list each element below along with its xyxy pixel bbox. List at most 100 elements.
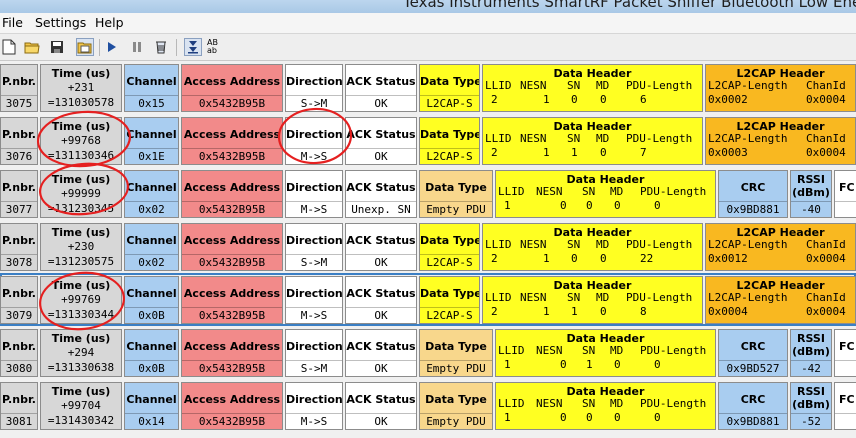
channel-cell[interactable]: Channel 0x02 [124,170,179,218]
fcs-cell[interactable]: FC [834,170,856,218]
packet-row[interactable]: P.nbr. 3080 Time (us) +294 =131330638 Channel… [0,326,856,379]
data-type-cell[interactable]: Data Type Empty PDU [419,329,493,377]
access-address-cell[interactable]: Access Address 0x5432B95B [181,382,283,430]
direction-cell[interactable]: Direction M->S [285,117,343,165]
channel-cell[interactable]: Channel 0x02 [124,223,179,271]
data-header-cell[interactable]: Data Header LLID 2 NESN 1 SN 1 MD 0 PDU-Length 8 [482,276,703,324]
ack-status-cell[interactable]: ACK Status OK [345,276,417,324]
direction-cell[interactable]: Direction M->S [285,170,343,218]
window-title: Texas Instruments SmartRF Packet Sniffer… [403,0,856,11]
time-cell[interactable]: Time (us) +99769 =131330344 [40,276,122,324]
time-cell[interactable]: Time (us) +99704 =131430342 [40,382,122,430]
packet-row[interactable]: P.nbr. 3076 Time (us) +99768 =131130346 Chann… [0,114,856,167]
time-absolute: =131230345 [47,202,115,215]
rssi-cell[interactable]: RSSI (dBm) -52 [790,382,832,430]
data-header-cell[interactable]: Data Header LLID 1 NESN 0 SN 0 MD 0 PDU-Length 0 [495,170,716,218]
data-header-cell[interactable]: Data Header LLID 2 NESN 1 SN 0 MD 0 PDU-Length 22 [482,223,703,271]
packet-list[interactable]: P.nbr. 3075 Time (us) +231 =131030578 Channel… [0,61,856,438]
text-view-toggle-icon[interactable]: AB ab [207,38,229,56]
fcs-cell[interactable]: FC [834,329,856,377]
l2cap-header-cell[interactable]: L2CAP Header L2CAP-Length ChanId 0x0003 0x00… [705,117,856,165]
clear-folder-icon[interactable] [76,38,94,56]
channel-cell[interactable]: Channel 0x0B [124,276,179,324]
pnbr-cell[interactable]: P.nbr. 3076 [0,117,38,165]
menu-help[interactable]: Help [95,15,124,30]
nesn-header: NESN [536,185,563,198]
clear-packets-icon[interactable] [152,38,170,56]
pnbr-cell[interactable]: P.nbr. 3075 [0,64,38,112]
data-type-cell[interactable]: Data Type Empty PDU [419,170,493,218]
menu-file[interactable]: File [2,15,23,30]
channel-value: 0x02 [138,203,165,216]
packet-row[interactable]: P.nbr. 3079 Time (us) +99769 =131330344 Chann… [0,273,856,326]
fcs-cell[interactable]: FC [834,382,856,430]
packet-row[interactable]: P.nbr. 3078 Time (us) +230 =131230575 Channel… [0,220,856,273]
channel-cell[interactable]: Channel 0x14 [124,382,179,430]
save-icon[interactable] [48,38,66,56]
menu-settings[interactable]: Settings [35,15,86,30]
packet-row[interactable]: P.nbr. 3077 Time (us) +99999 =131230345 Chann… [0,167,856,220]
time-cell[interactable]: Time (us) +99768 =131130346 [40,117,122,165]
access-address-cell[interactable]: Access Address 0x5432B95B [181,117,283,165]
channel-cell[interactable]: Channel 0x0B [124,329,179,377]
rssi-cell[interactable]: RSSI (dBm) -42 [790,329,832,377]
direction-cell[interactable]: Direction S->M [285,329,343,377]
ack-status-cell[interactable]: ACK Status OK [345,117,417,165]
packet-row[interactable]: P.nbr. 3081 Time (us) +99704 =131430342 Chann… [0,379,856,432]
direction-cell[interactable]: Direction M->S [285,382,343,430]
time-cell[interactable]: Time (us) +230 =131230575 [40,223,122,271]
time-cell[interactable]: Time (us) +231 =131030578 [40,64,122,112]
data-header-cell[interactable]: Data Header LLID 1 NESN 0 SN 0 MD 0 PDU-Length 0 [495,382,716,430]
rssi-cell[interactable]: RSSI (dBm) -40 [790,170,832,218]
pnbr-cell[interactable]: P.nbr. 3079 [0,276,38,324]
channel-cell[interactable]: Channel 0x15 [124,64,179,112]
data-type-cell[interactable]: Data Type L2CAP-S [419,276,480,324]
open-folder-icon[interactable] [23,38,41,56]
time-delta: +294 [67,346,95,359]
l2cap-header-cell[interactable]: L2CAP Header L2CAP-Length ChanId 0x0012 0x00… [705,223,856,271]
pnbr-cell[interactable]: P.nbr. 3081 [0,382,38,430]
pnbr-cell[interactable]: P.nbr. 3077 [0,170,38,218]
data-type-cell[interactable]: Data Type L2CAP-S [419,64,480,112]
packet-row[interactable]: P.nbr. 3075 Time (us) +231 =131030578 Channel… [0,61,856,114]
time-cell[interactable]: Time (us) +294 =131330638 [40,329,122,377]
channel-cell[interactable]: Channel 0x1E [124,117,179,165]
ack-status-cell[interactable]: ACK Status OK [345,329,417,377]
crc-cell[interactable]: CRC 0x9BD527 [718,329,788,377]
l2cap-header-cell[interactable]: L2CAP Header L2CAP-Length ChanId 0x0004 0x00… [705,276,856,324]
play-icon[interactable] [103,38,121,56]
pnbr-cell[interactable]: P.nbr. 3080 [0,329,38,377]
data-type-cell[interactable]: Data Type Empty PDU [419,382,493,430]
ack-status-cell[interactable]: ACK Status OK [345,223,417,271]
direction-cell[interactable]: Direction S->M [285,64,343,112]
sn-value: 1 [571,146,578,159]
data-type-cell[interactable]: Data Type L2CAP-S [419,223,480,271]
access-address-cell[interactable]: Access Address 0x5432B95B [181,170,283,218]
crc-cell[interactable]: CRC 0x9BD881 [718,382,788,430]
channel-header: Channel [126,234,177,247]
ack-status-cell[interactable]: ACK Status OK [345,64,417,112]
ack-status-cell[interactable]: ACK Status Unexp. SN [345,170,417,218]
pdulen-header: PDU-Length [626,79,693,92]
chanid-value: 0x0004 [806,305,846,318]
data-header-cell[interactable]: Data Header LLID 1 NESN 0 SN 1 MD 0 PDU-Length 0 [495,329,716,377]
direction-cell[interactable]: Direction M->S [285,276,343,324]
pdulen-header: PDU-Length [640,344,707,357]
nesn-header: NESN [520,238,547,251]
access-address-cell[interactable]: Access Address 0x5432B95B [181,329,283,377]
data-header-cell[interactable]: Data Header LLID 2 NESN 1 SN 0 MD 0 PDU-Length 6 [482,64,703,112]
data-header-cell[interactable]: Data Header LLID 2 NESN 1 SN 1 MD 0 PDU-Length 7 [482,117,703,165]
time-cell[interactable]: Time (us) +99999 =131230345 [40,170,122,218]
data-type-cell[interactable]: Data Type L2CAP-S [419,117,480,165]
ack-status-cell[interactable]: ACK Status OK [345,382,417,430]
pause-icon[interactable] [128,38,146,56]
new-file-icon[interactable] [0,38,18,56]
autoscroll-icon[interactable] [184,38,202,56]
pnbr-cell[interactable]: P.nbr. 3078 [0,223,38,271]
direction-cell[interactable]: Direction S->M [285,223,343,271]
l2cap-header-cell[interactable]: L2CAP Header L2CAP-Length ChanId 0x0002 0x00… [705,64,856,112]
access-address-cell[interactable]: Access Address 0x5432B95B [181,276,283,324]
access-address-cell[interactable]: Access Address 0x5432B95B [181,64,283,112]
access-address-cell[interactable]: Access Address 0x5432B95B [181,223,283,271]
crc-cell[interactable]: CRC 0x9BD881 [718,170,788,218]
